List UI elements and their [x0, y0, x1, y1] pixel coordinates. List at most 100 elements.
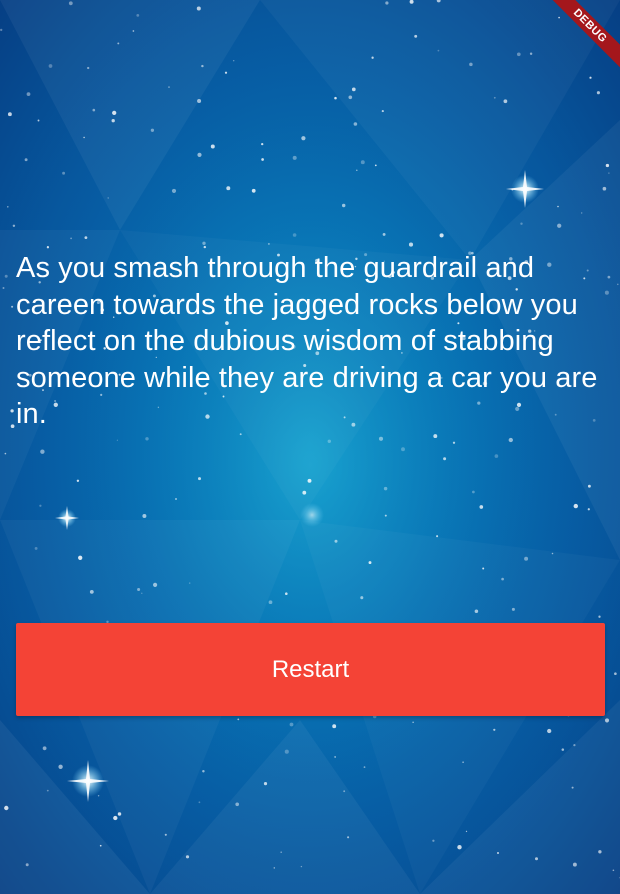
star	[439, 233, 444, 238]
star	[46, 246, 50, 249]
star	[232, 59, 235, 62]
star	[117, 42, 120, 45]
star	[198, 477, 201, 481]
star	[353, 122, 358, 126]
star	[408, 242, 414, 247]
star	[40, 449, 45, 454]
star	[385, 1, 389, 5]
star	[437, 49, 440, 52]
star	[89, 589, 94, 594]
restart-button[interactable]: Restart	[16, 623, 605, 716]
star	[551, 552, 554, 555]
star	[378, 436, 384, 441]
star	[494, 454, 499, 458]
star	[34, 546, 38, 550]
star	[472, 490, 475, 494]
star	[87, 66, 90, 70]
star	[289, 722, 294, 727]
star	[202, 241, 206, 245]
star	[132, 30, 135, 32]
star	[198, 801, 201, 804]
star	[443, 457, 447, 461]
star	[171, 188, 177, 193]
star	[70, 237, 72, 240]
star	[273, 867, 276, 869]
star	[4, 274, 8, 278]
star	[327, 439, 332, 444]
star	[414, 34, 418, 38]
star	[37, 119, 40, 122]
star	[356, 169, 358, 171]
star	[188, 582, 191, 584]
star	[68, 1, 73, 6]
star	[292, 155, 297, 160]
star	[62, 171, 66, 175]
star	[185, 855, 190, 859]
star	[598, 850, 602, 854]
star	[501, 577, 504, 581]
star	[374, 164, 377, 167]
star	[496, 851, 500, 855]
star	[112, 110, 117, 116]
star	[175, 498, 177, 500]
star	[524, 556, 529, 561]
star	[239, 433, 242, 436]
star	[302, 490, 307, 495]
star	[452, 441, 456, 444]
star	[284, 749, 289, 754]
star	[520, 222, 523, 225]
star	[482, 567, 485, 570]
star	[598, 615, 601, 618]
star	[210, 144, 215, 149]
star	[237, 718, 240, 721]
star	[334, 539, 338, 543]
star	[39, 504, 42, 507]
star	[42, 746, 47, 751]
star	[111, 119, 115, 123]
star	[197, 152, 202, 157]
star	[381, 110, 384, 113]
star	[589, 76, 592, 79]
star	[457, 845, 462, 850]
star	[516, 52, 521, 57]
star	[26, 92, 31, 96]
star	[436, 535, 439, 538]
star	[412, 721, 414, 723]
star	[581, 212, 583, 214]
star	[587, 508, 590, 511]
star	[25, 863, 29, 867]
star	[573, 743, 576, 747]
star	[99, 844, 102, 847]
star	[203, 245, 207, 249]
star	[145, 437, 149, 441]
star	[292, 233, 297, 237]
starry-background	[0, 0, 620, 894]
star	[46, 789, 49, 792]
star	[84, 236, 88, 240]
star	[168, 86, 170, 88]
star	[401, 447, 405, 452]
star	[608, 172, 610, 174]
star	[432, 839, 435, 842]
star	[150, 128, 155, 132]
star	[368, 561, 372, 565]
star	[493, 728, 496, 731]
star	[268, 600, 273, 605]
star	[251, 188, 256, 193]
star	[261, 142, 264, 146]
star	[561, 748, 565, 751]
star	[76, 479, 80, 482]
star	[307, 478, 312, 483]
star	[433, 434, 438, 439]
star	[78, 555, 83, 560]
star	[503, 99, 508, 104]
star	[196, 6, 201, 11]
star	[529, 52, 533, 55]
star	[547, 728, 552, 734]
star	[479, 505, 484, 509]
star	[382, 232, 386, 236]
star	[4, 452, 7, 455]
star	[202, 770, 205, 773]
star	[164, 833, 167, 836]
star	[153, 582, 158, 588]
